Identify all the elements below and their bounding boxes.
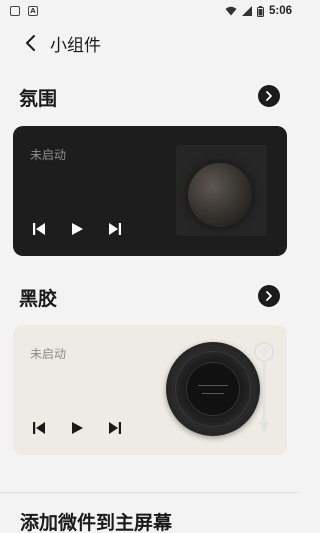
app-icon: A [28, 6, 38, 16]
previous-button[interactable] [30, 419, 48, 437]
ambience-widget-card[interactable]: 未启动 [13, 126, 287, 256]
vinyl-widget-card[interactable]: 未启动 [13, 325, 287, 455]
back-arrow-icon [26, 35, 35, 51]
ambience-more-button[interactable] [258, 85, 280, 107]
status-left: A [10, 6, 38, 16]
ambience-status: 未启动 [30, 148, 67, 162]
chevron-right-icon [266, 291, 272, 301]
skip-next-icon [109, 223, 121, 235]
page-title: 小组件 [50, 35, 101, 56]
signal-icon [241, 6, 252, 16]
chevron-right-icon [266, 91, 272, 101]
play-button[interactable] [68, 220, 86, 238]
vinyl-controls [30, 419, 124, 437]
play-icon [71, 223, 83, 235]
ambience-controls [30, 220, 124, 238]
tonearm [254, 342, 274, 432]
status-bar: A 5:06 [0, 0, 300, 22]
add-widget-title: 添加微件到主屏幕 [20, 512, 173, 533]
record-label-line [198, 384, 228, 386]
play-button[interactable] [68, 419, 86, 437]
vinyl-record [166, 342, 260, 436]
notification-icon [10, 6, 20, 16]
divider [0, 492, 300, 493]
header: 小组件 [0, 28, 300, 58]
back-button[interactable] [18, 31, 42, 55]
section-title-vinyl: 黑胶 [19, 288, 58, 310]
vinyl-status: 未启动 [30, 347, 67, 361]
status-right: 5:06 [225, 5, 292, 17]
next-button[interactable] [106, 220, 124, 238]
status-time: 5:06 [268, 5, 292, 17]
previous-button[interactable] [30, 220, 48, 238]
section-title-ambience: 氛围 [19, 88, 58, 110]
next-button[interactable] [106, 419, 124, 437]
battery-icon [256, 5, 264, 17]
record-label [186, 362, 240, 416]
skip-previous-icon [33, 422, 45, 434]
play-icon [71, 422, 83, 434]
skip-previous-icon [33, 223, 45, 235]
vinyl-more-button[interactable] [258, 285, 280, 307]
album-art-orb [188, 163, 252, 227]
wifi-icon [225, 6, 237, 16]
record-label-line [202, 392, 224, 394]
skip-next-icon [109, 422, 121, 434]
album-art [176, 145, 267, 236]
